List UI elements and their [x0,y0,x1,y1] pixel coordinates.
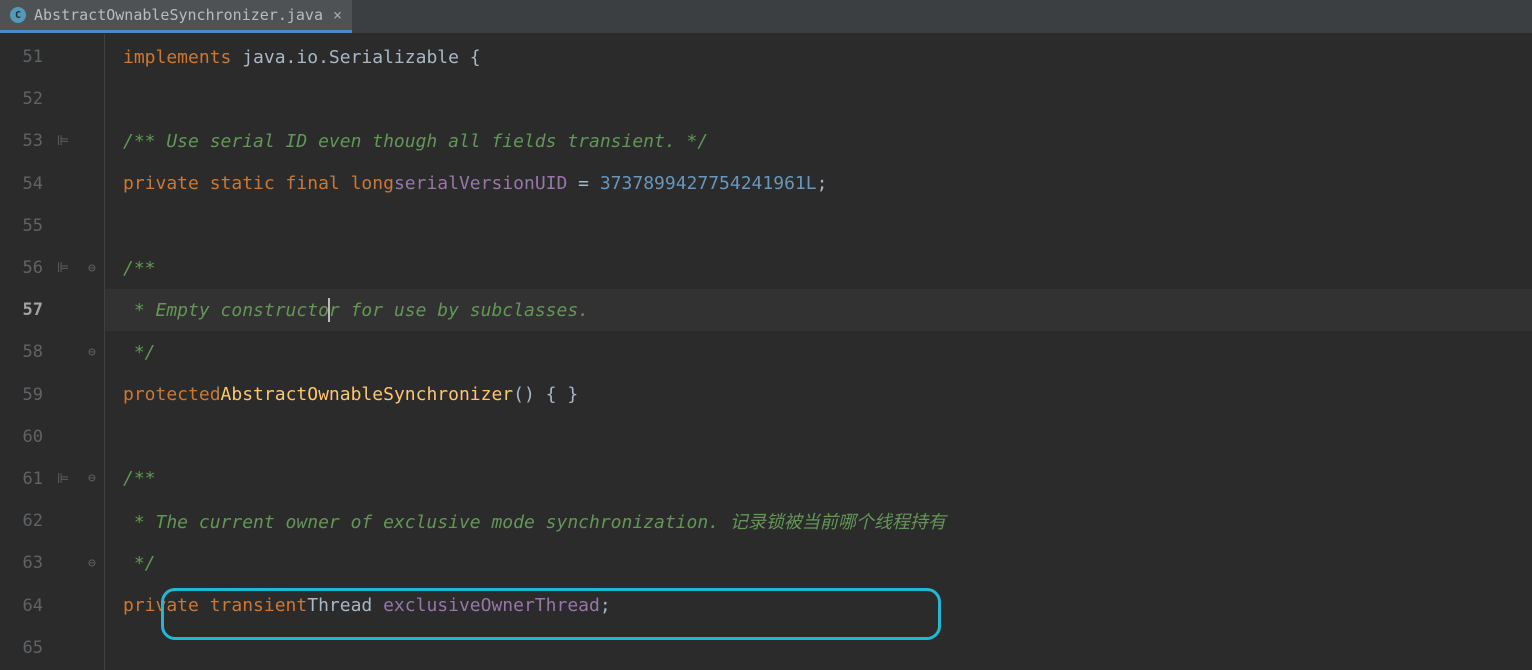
gutter-row: 63 ⊖ [0,542,104,584]
gutter-row: 61 ⊫ ⊖ [0,458,104,500]
tab-bar: C AbstractOwnableSynchronizer.java × [0,0,1532,34]
keyword: private transient [123,595,307,616]
fold-minus-icon[interactable]: ⊖ [88,471,96,486]
line-number: 64 [0,596,48,616]
gutter-row: 58 ⊖ [0,331,104,373]
code-line[interactable]: * The current owner of exclusive mode sy… [105,500,1532,542]
gutter-row: 53 ⊫ [0,120,104,162]
fold-hint-icon: ⊫ [57,260,69,276]
code-area[interactable]: implements java.io.Serializable { /** Us… [105,34,1532,670]
fold-hint-icon: ⊫ [57,471,69,487]
editor: 51 52 53 ⊫ 54 55 56 ⊫ ⊖ 57 58 ⊖ 59 60 61 ⊫ ⊖ 6… [0,34,1532,670]
line-number: 51 [0,47,48,67]
keyword: implements [123,47,231,68]
gutter-row: 64 [0,584,104,626]
field: serialVersionUID [394,173,567,194]
code-line[interactable]: */ [105,542,1532,584]
line-number: 58 [0,342,48,362]
code-line[interactable]: implements java.io.Serializable { [105,36,1532,78]
line-number: 61 [0,469,48,489]
gutter-row: 54 [0,163,104,205]
comment: */ [123,342,156,363]
code-line[interactable]: private static final long serialVersionU… [105,163,1532,205]
comment: * The current owner of exclusive mode sy… [123,508,946,534]
line-number: 62 [0,511,48,531]
code-line[interactable]: protected AbstractOwnableSynchronizer() … [105,374,1532,416]
comment: /** [123,468,156,489]
line-number: 65 [0,638,48,658]
fold-hint-icon: ⊫ [57,133,69,149]
class-file-icon: C [10,7,26,23]
line-number: 55 [0,216,48,236]
comment: for use by subclasses. [340,300,589,321]
code-text: java.io.Serializable { [231,47,480,68]
code-line[interactable]: private transient Thread exclusiveOwnerT… [105,584,1532,626]
keyword: private static final long [123,173,394,194]
gutter-row: 62 [0,500,104,542]
class-name: AbstractOwnableSynchronizer [221,384,514,405]
tab-title: AbstractOwnableSynchronizer.java [34,6,323,24]
gutter-row: 55 [0,205,104,247]
gutter: 51 52 53 ⊫ 54 55 56 ⊫ ⊖ 57 58 ⊖ 59 60 61 ⊫ ⊖ 6… [0,34,105,670]
type: Thread [307,595,383,616]
close-icon[interactable]: × [333,6,342,24]
line-number: 54 [0,174,48,194]
gutter-row: 57 [0,289,104,331]
gutter-row: 65 [0,627,104,669]
comment: /** [123,258,156,279]
code-line-current[interactable]: * Empty constructor for use by subclasse… [105,289,1532,331]
fold-minus-icon[interactable]: ⊖ [88,345,96,360]
code-line[interactable] [105,205,1532,247]
line-number: 59 [0,385,48,405]
code-line[interactable]: /** [105,247,1532,289]
punct: ; [600,595,611,616]
line-number: 53 [0,131,48,151]
line-number: 52 [0,89,48,109]
code-line[interactable] [105,416,1532,458]
code-line[interactable]: /** Use serial ID even though all fields… [105,120,1532,162]
comment: * Empty constructo [123,300,329,321]
punct: () { } [513,384,578,405]
code-line[interactable]: /** [105,458,1532,500]
gutter-row: 59 [0,374,104,416]
comment: /** Use serial ID even though all fields… [123,131,708,152]
gutter-row: 56 ⊫ ⊖ [0,247,104,289]
comment: r [329,300,340,321]
line-number: 63 [0,553,48,573]
keyword: protected [123,384,221,405]
punct: ; [817,173,828,194]
line-number-current: 57 [0,300,48,320]
punct: = [567,173,600,194]
gutter-row: 60 [0,416,104,458]
comment: */ [123,553,156,574]
code-line[interactable] [105,627,1532,669]
field: exclusiveOwnerThread [383,595,600,616]
number: 3737899427754241961L [600,173,817,194]
line-number: 56 [0,258,48,278]
line-number: 60 [0,427,48,447]
code-line[interactable] [105,78,1532,120]
tab-active[interactable]: C AbstractOwnableSynchronizer.java × [0,0,352,33]
code-line[interactable]: */ [105,331,1532,373]
fold-minus-icon[interactable]: ⊖ [88,261,96,276]
fold-minus-icon[interactable]: ⊖ [88,556,96,571]
gutter-row: 51 [0,36,104,78]
gutter-row: 52 [0,78,104,120]
